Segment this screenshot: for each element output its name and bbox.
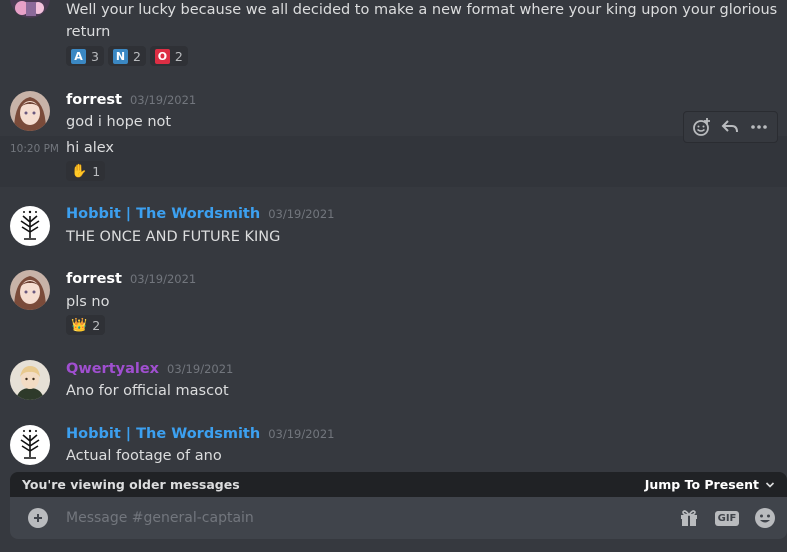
reaction-count: 2 xyxy=(92,317,101,333)
reaction-count: 1 xyxy=(92,163,101,179)
message-content: god i hope not xyxy=(66,114,172,130)
reaction-bar: 👑 2 xyxy=(66,315,106,335)
gift-button[interactable] xyxy=(677,506,701,530)
timestamp: 03/19/2021 xyxy=(129,272,197,286)
message-actions-toolbar xyxy=(683,111,778,143)
message-content: Well your lucky because we all decided t… xyxy=(66,2,778,18)
avatar-hobbit-image xyxy=(10,206,50,246)
jump-to-present-label: Jump To Present xyxy=(644,477,759,492)
timestamp: 03/19/2021 xyxy=(167,362,234,376)
username[interactable]: Hobbit | The Wordsmith xyxy=(66,426,260,442)
avatar[interactable] xyxy=(10,270,50,310)
add-reaction-button[interactable] xyxy=(689,114,715,140)
message-content-line2: return xyxy=(66,24,111,40)
timestamp: 03/19/2021 xyxy=(129,93,197,107)
message-header: Hobbit | The Wordsmith 03/19/2021 xyxy=(66,206,334,222)
reaction-n[interactable]: N 2 xyxy=(107,46,146,66)
reaction-o[interactable]: O 2 xyxy=(149,46,188,66)
more-icon xyxy=(751,125,767,129)
message-content: Ano for official mascot xyxy=(66,383,229,399)
avatar[interactable] xyxy=(10,425,50,465)
upload-button[interactable] xyxy=(28,508,48,528)
gif-icon: GIF xyxy=(714,510,740,526)
followup-timestamp: 10:20 PM xyxy=(10,143,59,155)
username[interactable]: Qwertyalex xyxy=(66,361,159,377)
reaction-bar: A 3 N 2 O 2 xyxy=(66,46,188,66)
reaction-raised-hand[interactable]: ✋ 1 xyxy=(66,161,106,181)
message-header: Qwertyalex 03/19/2021 xyxy=(66,361,233,377)
reaction-crown[interactable]: 👑 2 xyxy=(66,315,106,335)
avatar-qwertyalex-image xyxy=(10,360,50,400)
older-messages-text: You're viewing older messages xyxy=(22,477,240,492)
raised-hand-icon: ✋ xyxy=(71,163,88,179)
add-reaction-icon xyxy=(693,118,711,136)
regional-a-icon: A xyxy=(71,48,86,64)
message-header: forrest 03/19/2021 xyxy=(66,92,196,108)
reaction-a[interactable]: A 3 xyxy=(66,46,104,66)
avatar-partial[interactable] xyxy=(10,0,50,18)
jump-to-present-button[interactable]: Jump To Present xyxy=(645,477,775,492)
plus-icon xyxy=(34,514,42,522)
reply-button[interactable] xyxy=(717,114,743,140)
older-messages-bar: You're viewing older messages Jump To Pr… xyxy=(10,472,787,497)
chevron-down-icon xyxy=(765,481,775,488)
message-composer: GIF xyxy=(10,497,787,539)
regional-n-icon: N xyxy=(112,48,128,64)
username[interactable]: Hobbit | The Wordsmith xyxy=(66,206,260,222)
regional-o-icon: O xyxy=(154,48,170,64)
avatar-forrest-image xyxy=(10,91,50,131)
message-content: THE ONCE AND FUTURE KING xyxy=(66,229,281,245)
composer-actions: GIF xyxy=(677,506,777,530)
reaction-count: 3 xyxy=(91,48,99,64)
message-list: Well your lucky because we all decided t… xyxy=(0,0,787,472)
reply-icon xyxy=(722,120,739,133)
username[interactable]: forrest xyxy=(66,271,122,287)
message-content-followup: hi alex xyxy=(66,140,114,156)
username[interactable]: forrest xyxy=(66,92,122,108)
message-content: pls no xyxy=(66,294,110,310)
hovered-message-background xyxy=(0,136,787,187)
more-options-button[interactable] xyxy=(746,114,772,140)
reaction-count: 2 xyxy=(174,48,183,64)
avatar[interactable] xyxy=(10,91,50,131)
message-header: Hobbit | The Wordsmith 03/19/2021 xyxy=(66,426,334,442)
avatar-hobbit-image xyxy=(10,425,50,465)
reaction-bar: ✋ 1 xyxy=(66,161,106,181)
timestamp: 03/19/2021 xyxy=(268,427,335,441)
avatar-partial-image xyxy=(10,0,50,18)
timestamp: 03/19/2021 xyxy=(268,207,335,221)
message-input[interactable] xyxy=(66,510,626,526)
message-content: Actual footage of ano xyxy=(66,448,222,464)
gif-button[interactable]: GIF xyxy=(714,506,740,530)
message-header: forrest 03/19/2021 xyxy=(66,271,196,287)
gift-icon xyxy=(681,510,697,526)
emoji-icon xyxy=(755,508,775,528)
avatar-forrest-image xyxy=(10,270,50,310)
crown-icon: 👑 xyxy=(71,317,88,333)
avatar[interactable] xyxy=(10,206,50,246)
reaction-count: 2 xyxy=(132,48,141,64)
emoji-picker-button[interactable] xyxy=(753,506,777,530)
avatar[interactable] xyxy=(10,360,50,400)
